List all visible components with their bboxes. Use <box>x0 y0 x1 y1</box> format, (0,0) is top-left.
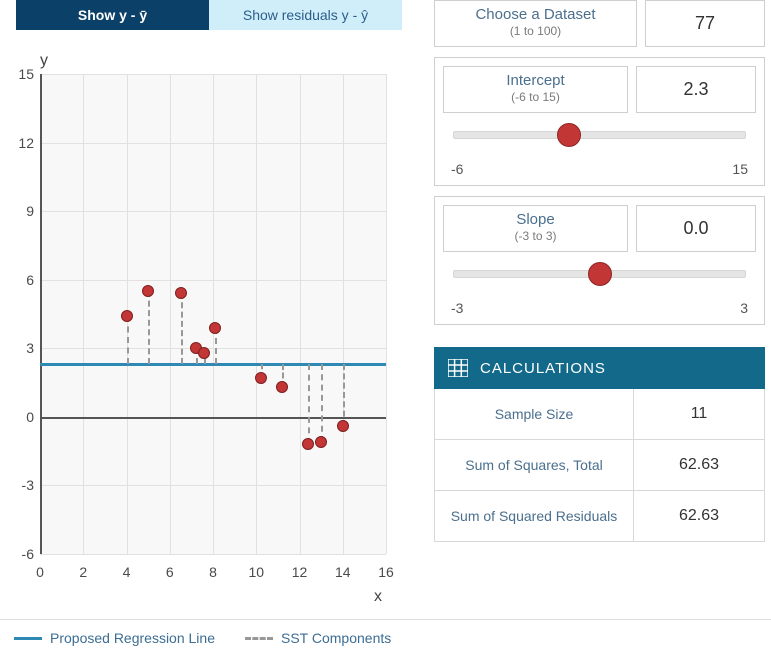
slope-max: 3 <box>740 300 748 316</box>
y-tick-label: -3 <box>4 477 34 493</box>
x-tick-label: 0 <box>25 564 55 580</box>
dataset-control: Choose a Dataset (1 to 100) 77 <box>434 0 765 47</box>
sst-component <box>148 291 150 364</box>
dataset-label-text: Choose a Dataset <box>439 6 632 23</box>
dataset-value[interactable]: 77 <box>645 0 765 47</box>
intercept-slider[interactable] <box>453 121 746 161</box>
legend-proposed-label: Proposed Regression Line <box>50 630 215 646</box>
calc-row-value: 62.63 <box>634 491 764 541</box>
intercept-range: (-6 to 15) <box>448 90 623 104</box>
calculations-title: CALCULATIONS <box>480 360 606 377</box>
x-tick-label: 10 <box>241 564 271 580</box>
intercept-label: Intercept (-6 to 15) <box>443 66 628 113</box>
data-point <box>175 287 187 299</box>
slope-control: Slope (-3 to 3) 0.0 -3 3 <box>434 196 765 325</box>
calc-row-value: 11 <box>634 389 764 439</box>
dataset-label: Choose a Dataset (1 to 100) <box>434 0 637 47</box>
calc-row: Sum of Squares, Total62.63 <box>435 439 764 490</box>
x-tick-label: 8 <box>198 564 228 580</box>
y-tick-label: 9 <box>4 203 34 219</box>
data-point <box>255 372 267 384</box>
sst-component <box>321 364 323 442</box>
data-point <box>302 438 314 450</box>
data-point <box>209 322 221 334</box>
y-tick-label: 0 <box>4 409 34 425</box>
legend-line-solid-icon <box>14 637 42 640</box>
x-tick-label: 6 <box>155 564 185 580</box>
slope-min: -3 <box>451 300 463 316</box>
data-point <box>337 420 349 432</box>
x-tick-label: 4 <box>112 564 142 580</box>
slope-slider[interactable] <box>453 260 746 300</box>
app-root: Show y - ȳ Show residuals y - ŷ y x -6 -… <box>0 0 771 648</box>
slope-label-text: Slope <box>448 211 623 228</box>
calculations-section: CALCULATIONS Sample Size11Sum of Squares… <box>434 335 765 542</box>
chart-wrap: y x -6-303691215 0246810121416 <box>0 34 400 594</box>
y-tick-label: 12 <box>4 135 34 151</box>
calc-row: Sum of Squared Residuals62.63 <box>435 490 764 541</box>
x-tick-label: 14 <box>328 564 358 580</box>
data-point <box>198 347 210 359</box>
data-point <box>121 310 133 322</box>
y-tick-label: 6 <box>4 272 34 288</box>
y-tick-label: -6 <box>4 546 34 562</box>
calculations-table: Sample Size11Sum of Squares, Total62.63S… <box>434 389 765 542</box>
y-tick-label: 3 <box>4 340 34 356</box>
intercept-label-text: Intercept <box>448 72 623 89</box>
intercept-slider-thumb[interactable] <box>557 123 581 147</box>
slope-value[interactable]: 0.0 <box>636 205 756 252</box>
x-axis-title: x <box>374 588 382 606</box>
scatter-chart: y x -6-303691215 0246810121416 <box>0 34 400 594</box>
calc-row-label: Sum of Squared Residuals <box>435 491 634 541</box>
right-panel: Choose a Dataset (1 to 100) 77 Intercept… <box>420 0 771 648</box>
slope-label: Slope (-3 to 3) <box>443 205 628 252</box>
tab-show-residuals[interactable]: Show residuals y - ŷ <box>209 0 402 30</box>
legend-sst: SST Components <box>245 630 391 646</box>
sst-component <box>343 364 345 426</box>
slope-range: (-3 to 3) <box>448 229 623 243</box>
legend-proposed-line: Proposed Regression Line <box>14 630 215 646</box>
legend-sst-label: SST Components <box>281 630 391 646</box>
calc-row: Sample Size11 <box>435 389 764 439</box>
intercept-value[interactable]: 2.3 <box>636 66 756 113</box>
sst-component <box>181 293 183 364</box>
tab-show-y-minus-ybar[interactable]: Show y - ȳ <box>16 0 209 30</box>
x-tick-label: 12 <box>285 564 315 580</box>
y-axis-title: y <box>40 52 48 70</box>
regression-line <box>40 363 386 366</box>
sst-component <box>308 364 310 444</box>
dataset-range: (1 to 100) <box>439 24 632 38</box>
intercept-max: 15 <box>732 161 748 177</box>
left-panel: Show y - ȳ Show residuals y - ŷ y x -6 -… <box>0 0 420 648</box>
sst-component <box>127 316 129 364</box>
slope-slider-thumb[interactable] <box>588 262 612 286</box>
calculations-header: CALCULATIONS <box>434 347 765 389</box>
chart-legend: Proposed Regression Line SST Components <box>0 619 771 648</box>
data-point <box>315 436 327 448</box>
calc-row-label: Sum of Squares, Total <box>435 440 634 490</box>
intercept-control: Intercept (-6 to 15) 2.3 -6 15 <box>434 57 765 186</box>
calc-row-label: Sample Size <box>435 389 634 439</box>
chart-mode-tabs: Show y - ȳ Show residuals y - ŷ <box>16 0 402 30</box>
intercept-min: -6 <box>451 161 463 177</box>
data-point <box>276 381 288 393</box>
y-tick-label: 15 <box>4 66 34 82</box>
x-tick-label: 16 <box>371 564 401 580</box>
table-icon <box>448 359 468 377</box>
x-tick-label: 2 <box>68 564 98 580</box>
data-point <box>142 285 154 297</box>
legend-line-dash-icon <box>245 637 273 640</box>
calc-row-value: 62.63 <box>634 440 764 490</box>
